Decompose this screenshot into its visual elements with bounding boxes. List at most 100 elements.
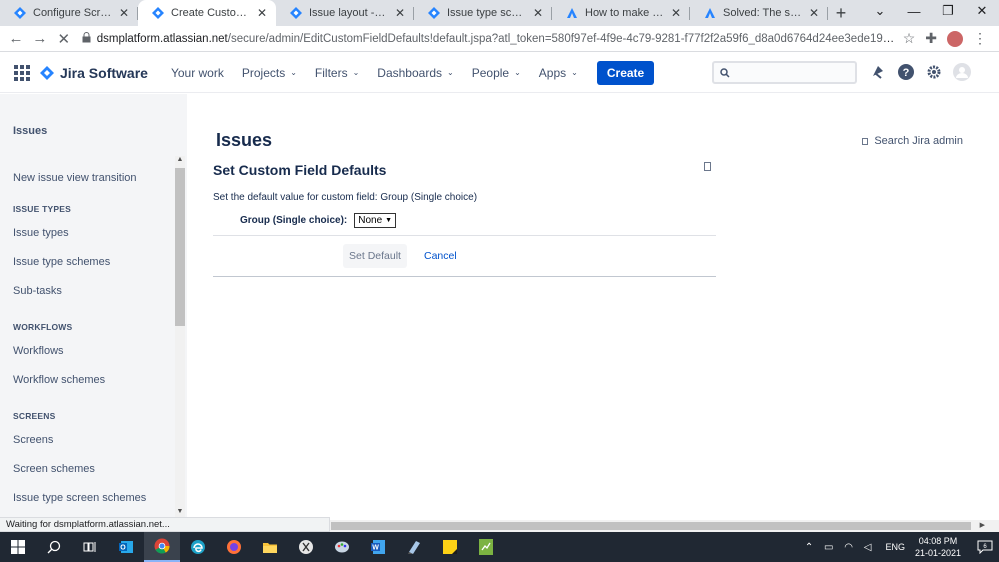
divider xyxy=(213,276,716,277)
outlook-icon[interactable]: O xyxy=(108,532,144,562)
app-switcher-icon[interactable] xyxy=(14,64,30,81)
system-tray: ⌃ ▭ ◠ ◁ ENG 04:08 PM 21-01-2021 6 xyxy=(805,532,999,562)
product-name: Jira Software xyxy=(60,64,148,81)
close-window-button[interactable]: ✕ xyxy=(965,0,999,22)
window-controls: ⌄ — ❐ ✕ xyxy=(863,0,999,22)
notifications-icon[interactable] xyxy=(869,63,887,81)
sidebar-item-issue-type-schemes[interactable]: Issue type schemes xyxy=(13,256,110,268)
help-doc-icon[interactable] xyxy=(704,162,711,171)
chevron-down-icon[interactable]: ⌄ xyxy=(863,0,897,22)
stop-loading-button[interactable]: ✕ xyxy=(52,27,76,51)
minimize-button[interactable]: — xyxy=(897,0,931,22)
notification-center-icon[interactable]: 6 xyxy=(971,532,999,562)
scroll-right-arrow-icon[interactable]: ▶ xyxy=(980,520,985,532)
sidebar-item-sub-tasks[interactable]: Sub-tasks xyxy=(13,285,62,297)
sidebar-item-screens[interactable]: Screens xyxy=(13,434,53,446)
sidebar-item-new-issue-view-transition[interactable]: New issue view transition xyxy=(13,172,137,184)
browser-tab-strip: Configure Screen - JIRA✕Create Custom Fi… xyxy=(0,0,999,26)
clock[interactable]: 04:08 PM 21-01-2021 xyxy=(915,535,961,559)
browser-tab[interactable]: Configure Screen - JIRA ✕ xyxy=(0,0,138,26)
url-path: /secure/admin/EditCustomFieldDefaults!de… xyxy=(227,32,897,45)
browser-tab[interactable]: Issue layout - JIRA ✕ xyxy=(276,0,414,26)
bookmark-star-icon[interactable]: ☆ xyxy=(903,30,916,47)
extensions-puzzle-icon[interactable]: ✚ xyxy=(925,30,937,47)
nav-item-dashboards[interactable]: Dashboards ⌄ xyxy=(368,53,462,93)
search-box[interactable] xyxy=(712,61,857,84)
close-tab-icon[interactable]: ✕ xyxy=(394,6,406,20)
jira-logo-icon xyxy=(40,65,54,80)
browser-tab[interactable]: Solved: The script runn ✕ xyxy=(690,0,828,26)
spreadsheet-icon[interactable] xyxy=(468,532,504,562)
close-tab-icon[interactable]: ✕ xyxy=(256,6,268,20)
task-view-icon[interactable] xyxy=(72,532,108,562)
sidebar-item-workflows[interactable]: Workflows xyxy=(13,345,64,357)
chevron-down-icon: ⌄ xyxy=(290,68,297,77)
browser-tab[interactable]: Issue type schemes - JI ✕ xyxy=(414,0,552,26)
forward-button[interactable]: → xyxy=(28,27,52,51)
sidebar-item-workflow-schemes[interactable]: Workflow schemes xyxy=(13,374,105,386)
sidebar-section-heading: WORKFLOWS xyxy=(13,322,73,332)
scroll-up-arrow-icon[interactable]: ▲ xyxy=(175,156,185,163)
svg-text:O: O xyxy=(120,545,126,552)
search-icon[interactable] xyxy=(36,532,72,562)
notepad-icon[interactable] xyxy=(396,532,432,562)
menu-kebab-icon[interactable]: ⋮ xyxy=(973,30,987,47)
search-jira-admin-link[interactable]: Search Jira admin xyxy=(862,135,963,147)
default-value-row: Group (Single choice): None ▼ xyxy=(240,213,397,228)
address-bar[interactable]: dsmplatform.atlassian.net/secure/admin/E… xyxy=(82,28,897,50)
field-label: Group (Single choice): xyxy=(240,215,348,226)
close-tab-icon[interactable]: ✕ xyxy=(532,6,544,20)
horizontal-scrollbar-thumb[interactable] xyxy=(331,522,971,530)
search-input[interactable] xyxy=(734,66,844,79)
word-icon[interactable]: W xyxy=(360,532,396,562)
browser-tab[interactable]: How to make Epic Link ✕ xyxy=(552,0,690,26)
file-explorer-icon[interactable] xyxy=(252,532,288,562)
profile-avatar[interactable] xyxy=(947,30,964,47)
tray-icons[interactable]: ⌃ ▭ ◠ ◁ xyxy=(805,542,876,553)
user-avatar[interactable] xyxy=(953,63,971,81)
sticky-notes-icon[interactable] xyxy=(432,532,468,562)
restore-button[interactable]: ❐ xyxy=(931,0,965,22)
sidebar-item-issue-type-screen-schemes[interactable]: Issue type screen schemes xyxy=(13,492,146,504)
create-button[interactable]: Create xyxy=(596,60,655,85)
firefox-icon[interactable] xyxy=(216,532,252,562)
url-host: dsmplatform.atlassian.net xyxy=(96,32,228,45)
jira-logo[interactable]: Jira Software xyxy=(40,65,148,81)
primary-nav: Your work Projects ⌄ Filters ⌄ Dashboards ⌄ Peo… xyxy=(162,53,587,93)
section-title: Set Custom Field Defaults xyxy=(213,162,387,178)
close-tab-icon[interactable]: ✕ xyxy=(118,6,130,20)
group-select[interactable]: None ▼ xyxy=(354,213,397,228)
nav-item-your-work[interactable]: Your work xyxy=(162,53,233,93)
language-indicator[interactable]: ENG xyxy=(885,542,905,552)
edge-icon[interactable] xyxy=(180,532,216,562)
chrome-icon[interactable] xyxy=(144,532,180,562)
chevron-down-icon: ⌄ xyxy=(514,68,521,77)
paint-icon[interactable] xyxy=(324,532,360,562)
close-tab-icon[interactable]: ✕ xyxy=(670,6,682,20)
sidebar-item-issue-types[interactable]: Issue types xyxy=(13,227,69,239)
help-icon[interactable]: ? xyxy=(897,63,915,81)
back-button[interactable]: ← xyxy=(4,27,28,51)
chevron-down-icon: ⌄ xyxy=(571,68,578,77)
sidebar-scrollbar-thumb[interactable] xyxy=(175,168,185,326)
scroll-down-arrow-icon[interactable]: ▼ xyxy=(175,508,185,515)
windows-taskbar: O W ⌃ ▭ ◠ ◁ ENG 04:08 PM 21-01-2021 6 xyxy=(0,532,999,562)
sidebar-section-heading: ISSUE TYPES xyxy=(13,204,71,214)
windows-start-icon[interactable] xyxy=(0,532,36,562)
browser-tab[interactable]: Create Custom Field - D ✕ xyxy=(138,0,276,26)
svg-text:?: ? xyxy=(903,67,910,79)
snipping-tool-icon[interactable] xyxy=(288,532,324,562)
close-tab-icon[interactable]: ✕ xyxy=(808,6,820,20)
sidebar-item-screen-schemes[interactable]: Screen schemes xyxy=(13,463,95,475)
settings-gear-icon[interactable] xyxy=(925,63,943,81)
set-default-button[interactable]: Set Default xyxy=(343,244,407,268)
browser-tab-title: Issue type schemes - JI xyxy=(447,7,526,19)
clock-date: 21-01-2021 xyxy=(914,548,961,558)
nav-item-projects[interactable]: Projects ⌄ xyxy=(233,53,306,93)
nav-item-people[interactable]: People ⌄ xyxy=(463,53,530,93)
nav-item-apps[interactable]: Apps ⌄ xyxy=(530,53,587,93)
jira-diamond-icon xyxy=(428,7,440,19)
nav-item-filters[interactable]: Filters ⌄ xyxy=(306,53,368,93)
new-tab-button[interactable]: + xyxy=(828,0,854,26)
cancel-link[interactable]: Cancel xyxy=(424,250,457,262)
